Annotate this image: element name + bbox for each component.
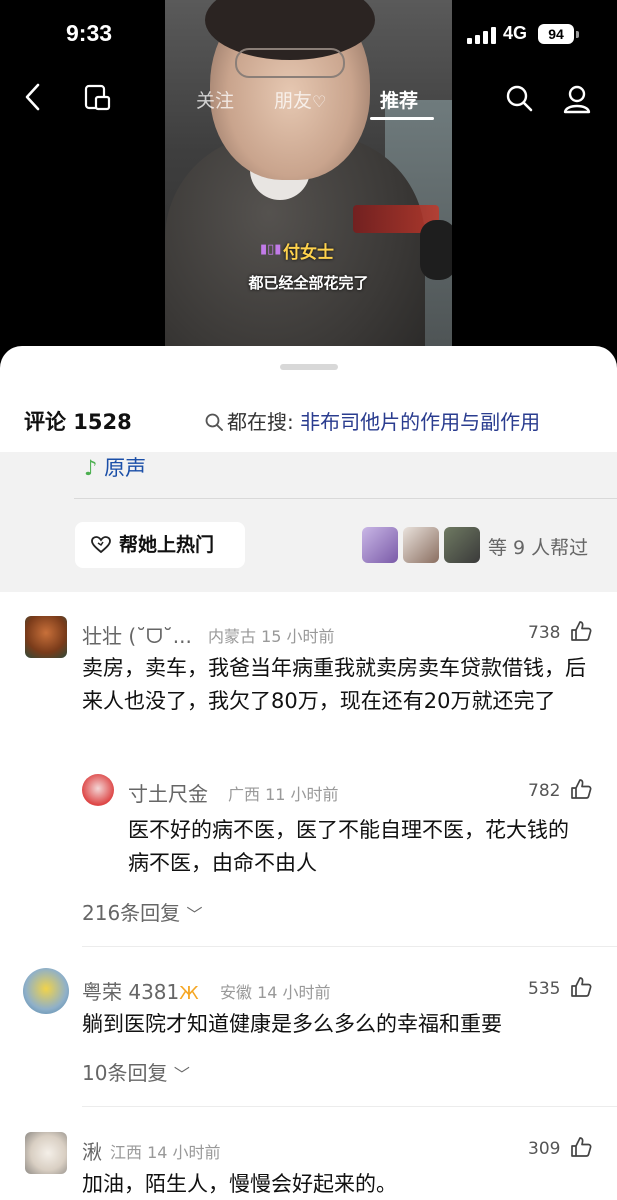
tab-friends[interactable]: 朋友♡: [274, 86, 326, 113]
heart-icon: [91, 536, 111, 554]
comment-text: 卖房，卖车，我爸当年病重我就卖房卖车贷款借钱，后来人也没了，我欠了80万，现在还…: [82, 656, 586, 713]
chevron-down-icon: ﹀: [173, 1065, 190, 1084]
reply-time: 11 小时前: [265, 785, 339, 804]
like-count: 535: [528, 979, 561, 999]
comment-author[interactable]: 壮壮 (˘ᗜ˘...: [82, 620, 192, 649]
boost-hot-label: 帮她上热门: [119, 534, 215, 556]
active-tab-indicator: [370, 117, 434, 120]
comment-meta: 安徽 14 小时前: [220, 979, 331, 1003]
author-music-section: ♪ 原声 帮她上热门 等 9 人帮过: [0, 452, 617, 592]
hot-search-link[interactable]: 都在搜: 非布司他片的作用与副作用: [205, 406, 540, 435]
comment-text: 加油，陌生人，慢慢会好起来的。: [82, 1172, 397, 1196]
comment-author[interactable]: 粤荣 4381Ж: [82, 976, 199, 1005]
like-count: 782: [528, 781, 561, 801]
network-type: 4G: [503, 23, 528, 43]
boost-hot-button[interactable]: 帮她上热门: [75, 522, 245, 568]
status-bar: 9:33 4G 94: [0, 0, 617, 60]
avatar[interactable]: [25, 616, 67, 658]
comment-time: 15 小时前: [261, 627, 335, 646]
comment-time: 14 小时前: [257, 983, 331, 1002]
comment-region: 安徽: [220, 983, 253, 1002]
search-icon: [205, 413, 223, 431]
chevron-down-icon: ﹀: [186, 905, 203, 924]
mini-window-icon[interactable]: [84, 84, 112, 112]
subtitle-text: 都已经全部花完了: [248, 274, 369, 292]
heart-icon: ♡: [312, 92, 327, 111]
signal-icon: [467, 27, 497, 44]
reply-author[interactable]: 寸土尺金: [128, 778, 208, 807]
subtitle-speaker: 付女士: [283, 243, 334, 263]
avatar: [362, 527, 398, 563]
avatar[interactable]: [23, 968, 69, 1014]
helpers-count: 等 9 人帮过: [488, 537, 589, 559]
like-count: 738: [528, 623, 561, 643]
hot-search-prefix: 都在搜:: [227, 410, 294, 434]
comment-author[interactable]: 湫: [82, 1136, 102, 1165]
divider: [74, 498, 617, 499]
avatar: [444, 527, 480, 563]
view-replies-button[interactable]: 10条回复 ﹀: [82, 1057, 190, 1086]
music-label: 原声: [104, 456, 147, 480]
battery-tip: [576, 31, 579, 38]
thumbs-up-icon[interactable]: [570, 778, 592, 800]
chevron-left-icon[interactable]: [22, 82, 44, 112]
comment-region: 内蒙古: [208, 627, 257, 646]
comment-sheet: 评论 1528 都在搜: 非布司他片的作用与副作用 ♪ 原声 帮她上热门 等 9…: [0, 346, 617, 1200]
tab-follow[interactable]: 关注: [196, 86, 234, 113]
top-nav: 关注 朋友♡ 推荐: [0, 76, 617, 122]
view-replies-button[interactable]: 216条回复 ﹀: [82, 897, 203, 926]
helper-avatars[interactable]: [362, 527, 482, 563]
comment-region: 江西: [110, 1143, 143, 1162]
avatar: [403, 527, 439, 563]
search-icon[interactable]: [505, 84, 533, 112]
thumbs-up-icon[interactable]: [570, 1136, 592, 1158]
thumbs-up-icon[interactable]: [570, 620, 592, 642]
replies-label: 216条回复: [82, 901, 181, 925]
divider: [82, 946, 617, 947]
tab-friends-label: 朋友: [274, 90, 313, 112]
comment-meta: 内蒙古 15 小时前: [208, 623, 335, 647]
battery-icon: 94: [538, 24, 574, 44]
comment-text: 躺到医院才知道健康是多么多么的幸福和重要: [82, 1012, 502, 1036]
comment-time: 14 小时前: [147, 1143, 221, 1162]
avatar[interactable]: [25, 1132, 67, 1174]
reply-region: 广西: [228, 785, 261, 804]
comment-count: 评论 1528: [24, 410, 132, 434]
reply-text: 医不好的病不医，医了不能自理不医，花大钱的病不医，由命不由人: [128, 818, 569, 875]
status-time: 9:33: [66, 20, 113, 46]
music-note-icon: ♪: [84, 456, 98, 480]
music-link[interactable]: ♪ 原声: [84, 452, 146, 482]
profile-icon[interactable]: [562, 84, 592, 114]
comment-author-name: 粤荣 4381: [82, 980, 180, 1004]
thumbs-up-icon[interactable]: [570, 976, 592, 998]
hot-search-query: 非布司他片的作用与副作用: [300, 410, 541, 434]
reply-meta: 广西 11 小时前: [228, 781, 339, 805]
sheet-header: 评论 1528 都在搜: 非布司他片的作用与副作用: [0, 386, 617, 452]
replies-label: 10条回复: [82, 1061, 168, 1085]
like-count: 309: [528, 1139, 561, 1159]
divider: [82, 1106, 617, 1107]
sheet-grabber[interactable]: [280, 364, 338, 370]
tab-recommend[interactable]: 推荐: [380, 86, 418, 113]
butterfly-badge-icon: Ж: [179, 983, 199, 1004]
avatar[interactable]: [82, 774, 114, 806]
comment-meta: 江西 14 小时前: [110, 1139, 221, 1163]
